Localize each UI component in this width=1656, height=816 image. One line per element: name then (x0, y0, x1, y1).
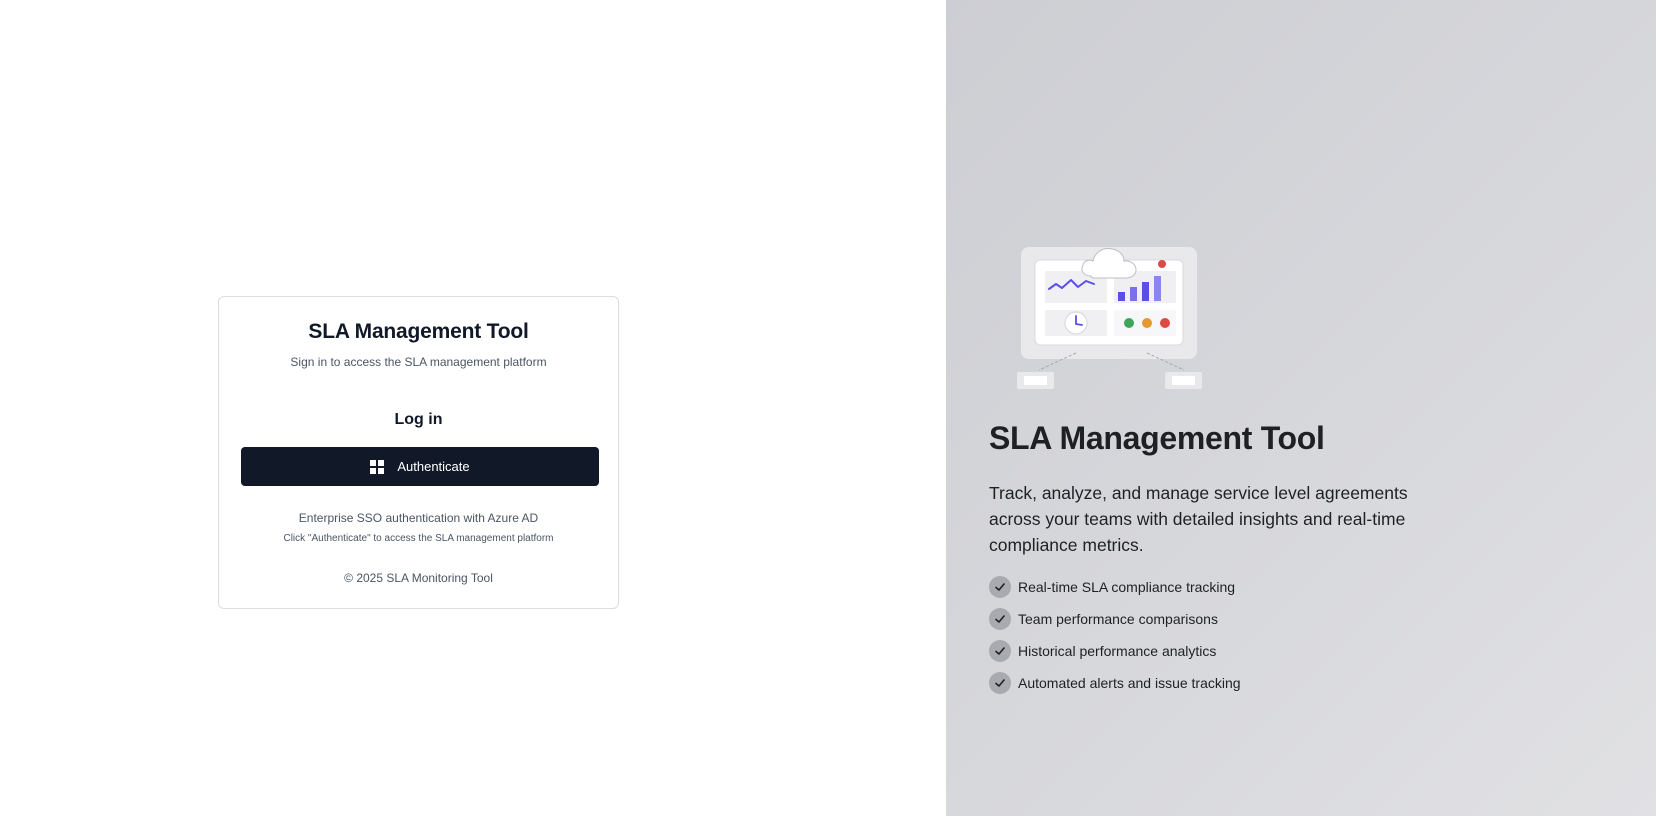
dashboard-cloud-illustration (1017, 247, 1202, 389)
authenticate-hint: Click "Authenticate" to access the SLA m… (283, 533, 554, 544)
bar-4 (1154, 276, 1161, 301)
authenticate-label: Authenticate (397, 459, 470, 474)
login-card: SLA Management Tool Sign in to access th… (218, 296, 619, 609)
bar-1 (1118, 292, 1125, 301)
login-panel: SLA Management Tool Sign in to access th… (0, 0, 946, 816)
authenticate-button[interactable]: Authenticate (241, 447, 599, 486)
notification-dot (1158, 260, 1166, 268)
feature-list: Real-time SLA compliance tracking Team p… (989, 576, 1241, 704)
windows-icon (370, 459, 385, 474)
status-dot-green (1124, 318, 1134, 328)
feature-item: Automated alerts and issue tracking (989, 672, 1241, 694)
login-heading: Log in (394, 411, 443, 428)
hero-description: Track, analyze, and manage service level… (989, 483, 1408, 555)
status-dot-red (1160, 318, 1170, 328)
device-left-screen (1024, 376, 1047, 385)
feature-label: Historical performance analytics (1018, 643, 1217, 659)
check-icon (989, 608, 1011, 630)
device-right-screen (1172, 376, 1195, 385)
login-title: SLA Management Tool (308, 320, 529, 343)
feature-item: Real-time SLA compliance tracking (989, 576, 1241, 598)
check-icon (989, 672, 1011, 694)
feature-item: Team performance comparisons (989, 608, 1241, 630)
hero-title: SLA Management Tool (989, 420, 1325, 456)
status-dot-orange (1142, 318, 1152, 328)
bar-3 (1142, 282, 1149, 301)
sso-info-text: Enterprise SSO authentication with Azure… (298, 511, 539, 525)
login-page: SLA Management Tool Sign in to access th… (0, 0, 1656, 816)
login-subtitle: Sign in to access the SLA management pla… (290, 355, 547, 369)
copyright-footer: © 2025 SLA Monitoring Tool (344, 571, 493, 585)
feature-label: Team performance comparisons (1018, 611, 1218, 627)
check-icon (989, 640, 1011, 662)
feature-label: Real-time SLA compliance tracking (1018, 579, 1236, 595)
check-icon (989, 576, 1011, 598)
feature-item: Historical performance analytics (989, 640, 1241, 662)
feature-label: Automated alerts and issue tracking (1018, 675, 1241, 691)
hero-panel: SLA Management Tool Track, analyze, and … (946, 0, 1656, 816)
bar-2 (1130, 287, 1137, 301)
